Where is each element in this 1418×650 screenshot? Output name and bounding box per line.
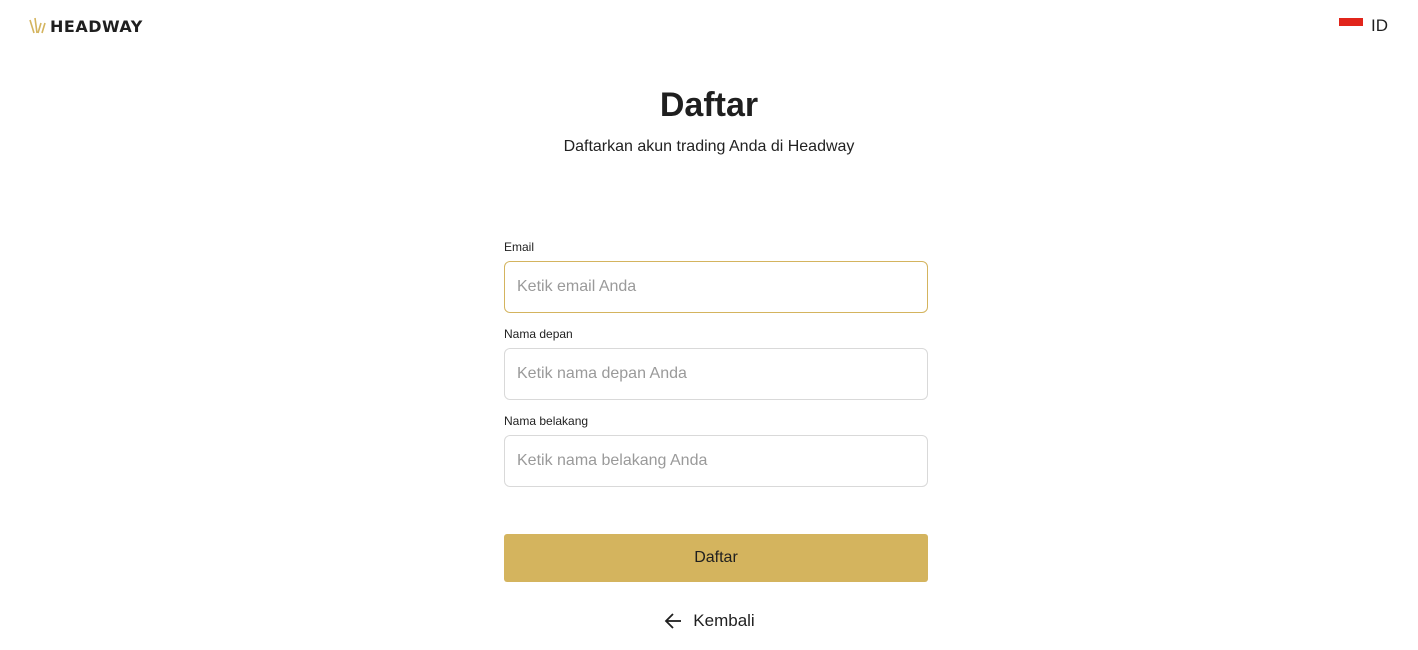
email-label: Email: [504, 240, 535, 254]
language-code: ID: [1371, 16, 1388, 35]
language-selector[interactable]: ID: [1339, 16, 1388, 36]
page-subtitle: Daftarkan akun trading Anda di Headway: [563, 138, 855, 155]
arrow-left-icon: [665, 613, 682, 629]
register-button[interactable]: Daftar: [504, 534, 928, 582]
indonesia-flag-icon: [1339, 18, 1363, 34]
last-name-field-group: Nama belakang: [504, 414, 928, 487]
last-name-label: Nama belakang: [504, 414, 589, 428]
last-name-input[interactable]: [504, 435, 928, 487]
registration-form: Email Nama depan Nama belakang: [504, 240, 928, 501]
first-name-input[interactable]: [504, 348, 928, 400]
first-name-field-group: Nama depan: [504, 327, 928, 400]
email-field-group: Email: [504, 240, 928, 313]
back-link[interactable]: Kembali: [663, 611, 755, 631]
headway-logo[interactable]: HEADWAY: [28, 16, 143, 36]
logo-text: HEADWAY: [50, 16, 143, 36]
first-name-label: Nama depan: [504, 327, 573, 341]
headway-logo-icon: [29, 17, 46, 34]
email-input[interactable]: [504, 261, 928, 313]
page-title: Daftar: [659, 86, 759, 124]
back-row: Kembali: [0, 611, 1418, 631]
back-label: Kembali: [693, 611, 755, 630]
